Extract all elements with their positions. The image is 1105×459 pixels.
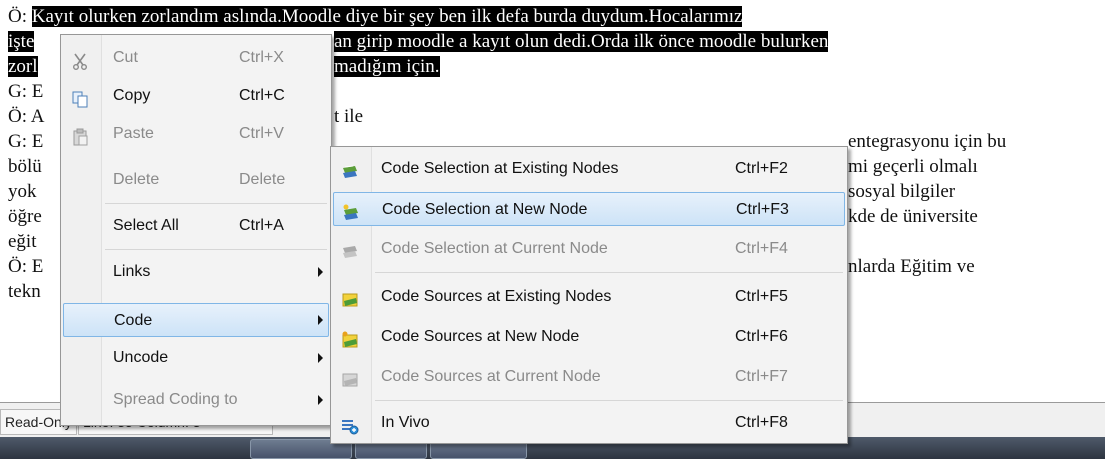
in-vivo-icon [341, 414, 359, 435]
doc-line-8: yok [8, 181, 37, 202]
doc-line-2: işte [8, 29, 35, 54]
menu-item-label: Code Sources at Existing Nodes [381, 288, 612, 305]
menu-item-label: Uncode [113, 349, 169, 366]
menu-item-shortcut: Ctrl+X [239, 49, 284, 66]
speaker-prefix: Ö: [8, 6, 32, 27]
menu-item-label: Paste [113, 125, 154, 142]
selected-text-fragment: madığım için. [334, 56, 440, 77]
menu-separator [375, 272, 843, 273]
menu-item-code-selection-current[interactable]: Code Selection at Current Node Ctrl+F4 [333, 232, 843, 266]
menu-item-label: Links [113, 263, 151, 280]
menu-item-shortcut: Ctrl+F7 [735, 368, 788, 385]
doc-line-11-right: nlarda Eğitim ve [848, 256, 975, 277]
menu-item-shortcut: Ctrl+F2 [735, 160, 788, 177]
selected-text-fragment: an girip moodle a kayıt olun dedi.Orda i… [334, 31, 829, 52]
doc-line-5: Ö: A [8, 106, 45, 127]
code-selection-current-icon [341, 240, 359, 258]
menu-item-paste[interactable]: Paste Ctrl+V [63, 117, 327, 151]
doc-line-8-right: sosyal bilgiler [848, 181, 956, 202]
doc-line-6-right: entegrasyonu için bu [848, 131, 1007, 152]
selected-text-fragment: işte [8, 31, 35, 52]
menu-item-shortcut: Ctrl+F5 [735, 288, 788, 305]
menu-item-uncode[interactable]: Uncode [63, 341, 327, 375]
menu-item-code-sources-current[interactable]: Code Sources at Current Node Ctrl+F7 [333, 360, 843, 394]
menu-item-label: Code Selection at Current Node [381, 240, 608, 257]
paste-icon [71, 125, 89, 146]
menu-item-spread-coding-to[interactable]: Spread Coding to [63, 383, 327, 417]
doc-line-3-right: madığım için. [334, 54, 440, 79]
menu-item-shortcut: Ctrl+C [239, 87, 285, 104]
doc-line-9-right: kde de üniversite [848, 206, 978, 227]
doc-line-6: G: E [8, 131, 44, 152]
selected-text-fragment: zorl [8, 56, 38, 77]
menu-item-label: Code [114, 312, 153, 329]
menu-item-shortcut: Ctrl+V [239, 125, 284, 142]
menu-item-label: Code Selection at Existing Nodes [381, 160, 619, 177]
code-sources-existing-icon [341, 288, 359, 307]
menu-item-links[interactable]: Links [63, 255, 327, 289]
menu-item-delete[interactable]: Delete Delete [63, 163, 327, 197]
menu-item-cut[interactable]: Cut Ctrl+X [63, 41, 327, 75]
menu-separator [105, 249, 327, 250]
menu-item-shortcut: Ctrl+F4 [735, 240, 788, 257]
doc-line-9: öğre [8, 206, 42, 227]
selected-text: Kayıt olurken zorlandım aslında.Moodle d… [31, 6, 743, 27]
menu-separator [105, 203, 327, 204]
menu-item-shortcut: Ctrl+A [239, 217, 284, 234]
menu-item-copy[interactable]: Copy Ctrl+C [63, 79, 327, 113]
doc-line-5-right: t ile [334, 106, 364, 127]
menu-item-in-vivo[interactable]: In Vivo Ctrl+F8 [333, 406, 843, 440]
menu-item-label: Delete [113, 171, 160, 188]
submenu-arrow-icon [318, 353, 323, 363]
menu-item-code-selection-new[interactable]: Code Selection at New Node Ctrl+F3 [333, 192, 845, 226]
code-sources-new-icon [341, 328, 359, 348]
menu-item-label: Code Sources at New Node [381, 328, 580, 345]
scissors-icon [71, 49, 89, 70]
submenu-arrow-icon [318, 395, 323, 405]
submenu-arrow-icon [318, 267, 323, 277]
menu-separator [375, 400, 843, 401]
menu-item-code[interactable]: Code [63, 303, 329, 337]
doc-line-3: zorl [8, 54, 38, 79]
menu-item-shortcut: Ctrl+F8 [735, 414, 788, 431]
menu-item-label: In Vivo [381, 414, 430, 431]
doc-line-1: Ö: Kayıt olurken zorlandım aslında.Moodl… [8, 4, 743, 29]
doc-line-7: bölü [8, 156, 42, 177]
code-sources-current-icon [341, 368, 359, 387]
doc-line-7-right: mi geçerli olmalı [848, 156, 978, 177]
menu-item-code-selection-existing[interactable]: Code Selection at Existing Nodes Ctrl+F2 [333, 152, 843, 186]
menu-item-label: Copy [113, 87, 151, 104]
code-submenu: Code Selection at Existing Nodes Ctrl+F2… [330, 146, 848, 444]
menu-item-label: Select All [113, 217, 179, 234]
menu-item-shortcut: Ctrl+F6 [735, 328, 788, 345]
menu-item-code-sources-existing[interactable]: Code Sources at Existing Nodes Ctrl+F5 [333, 280, 843, 314]
code-selection-existing-icon [341, 160, 359, 178]
menu-item-code-sources-new[interactable]: Code Sources at New Node Ctrl+F6 [333, 320, 843, 354]
menu-item-label: Cut [113, 49, 138, 66]
context-menu: Cut Ctrl+X Copy Ctrl+C Paste Ctrl+V Dele… [60, 34, 332, 426]
menu-item-label: Spread Coding to [113, 391, 238, 408]
doc-line-4: G: E [8, 81, 44, 102]
menu-item-label: Code Sources at Current Node [381, 368, 601, 385]
submenu-arrow-icon [318, 315, 323, 325]
doc-line-10: eğit [8, 231, 37, 252]
menu-item-shortcut: Ctrl+F3 [736, 201, 789, 218]
menu-item-select-all[interactable]: Select All Ctrl+A [63, 209, 327, 243]
code-selection-new-icon [342, 201, 360, 220]
doc-line-11: Ö: E [8, 256, 44, 277]
menu-item-shortcut: Delete [239, 171, 286, 188]
doc-line-12: tekn [8, 281, 41, 302]
menu-item-label: Code Selection at New Node [382, 201, 588, 218]
copy-icon [71, 87, 89, 108]
doc-line-2-right: an girip moodle a kayıt olun dedi.Orda i… [334, 29, 829, 54]
